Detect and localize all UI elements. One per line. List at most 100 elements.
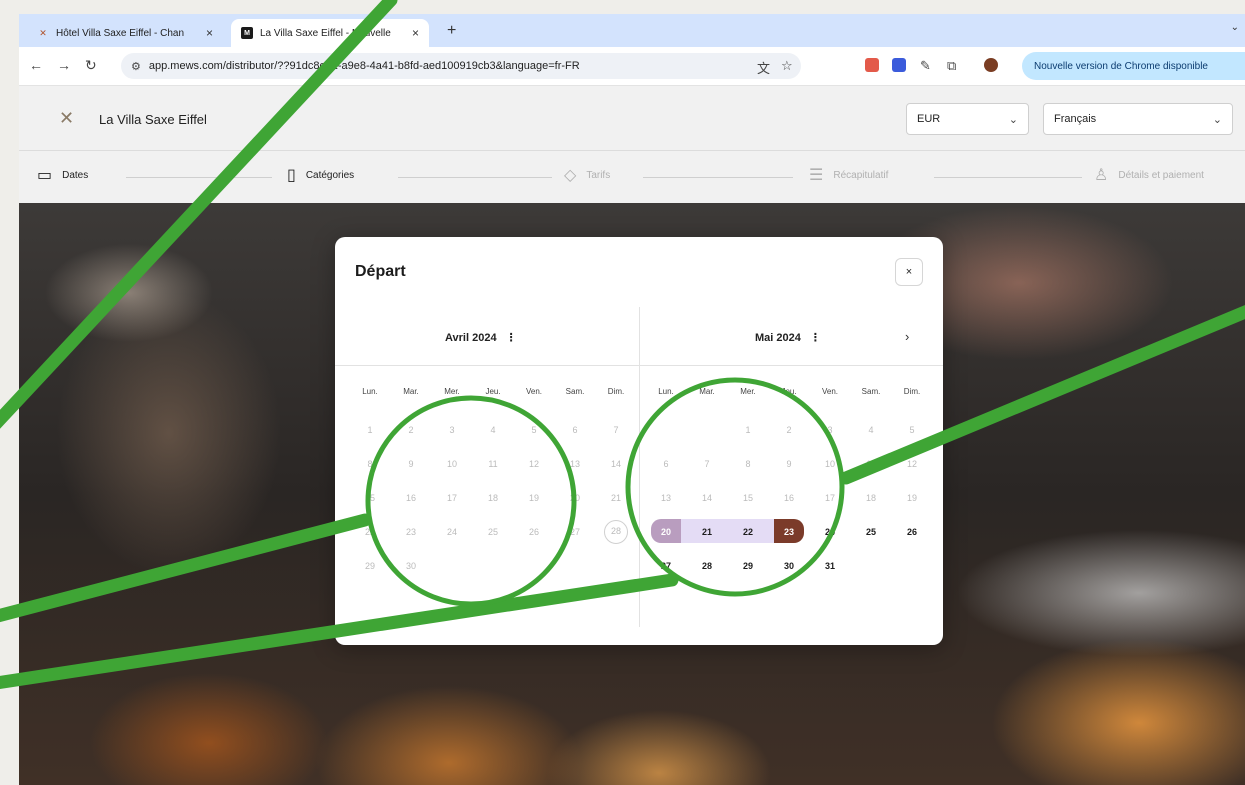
calendar-day[interactable]: 10 <box>817 454 843 474</box>
calendar-day[interactable]: 10 <box>439 454 465 474</box>
extension-icon[interactable] <box>865 58 879 72</box>
calendar-day[interactable]: 6 <box>653 454 679 474</box>
calendar-day[interactable]: 16 <box>776 488 802 508</box>
next-month-button[interactable]: › <box>905 329 909 344</box>
calendar-day[interactable]: 30 <box>398 556 424 576</box>
more-options-icon[interactable]: ⋮ <box>810 332 821 344</box>
step-categories[interactable]: ▯ Catégories <box>287 165 354 185</box>
calendar-day[interactable]: 29 <box>735 556 761 576</box>
calendar-day[interactable]: 25 <box>858 522 884 542</box>
calendar-day[interactable]: 8 <box>735 454 761 474</box>
step-dates[interactable]: ▭ Dates <box>37 165 88 185</box>
chevron-down-icon: ⌄ <box>1008 114 1018 126</box>
address-bar[interactable]: ⚙ app.mews.com/distributor/??91dc8e81-a9… <box>121 53 801 79</box>
calendar-day[interactable]: 4 <box>858 420 884 440</box>
step-label: Détails et paiement <box>1118 169 1204 181</box>
avatar[interactable] <box>984 58 998 72</box>
calendar-day[interactable]: 19 <box>521 488 547 508</box>
calendar-day[interactable]: 30 <box>776 556 802 576</box>
calendar-day[interactable]: 7 <box>603 420 629 440</box>
weekday-label: Sam. <box>861 387 881 396</box>
calendar-day[interactable]: 19 <box>899 488 925 508</box>
calendar-day[interactable]: 2 <box>776 420 802 440</box>
calendar-day[interactable]: 31 <box>817 556 843 576</box>
calendar-day[interactable]: 11 <box>480 454 506 474</box>
calendar-day[interactable]: 7 <box>694 454 720 474</box>
calendar-day[interactable]: 21 <box>694 522 720 542</box>
calendar-day[interactable]: 14 <box>694 488 720 508</box>
calendar-day[interactable]: 15 <box>357 488 383 508</box>
month-label: Mai 2024 <box>755 332 801 344</box>
calendar-day[interactable]: 28 <box>694 556 720 576</box>
calendar-day[interactable]: 14 <box>603 454 629 474</box>
language-value: Français <box>1054 113 1097 125</box>
calendar-day[interactable]: 1 <box>735 420 761 440</box>
calendar-day[interactable]: 1 <box>357 420 383 440</box>
calendar-day[interactable]: 22 <box>735 522 761 542</box>
calendar-day[interactable]: 13 <box>562 454 588 474</box>
calendar-day[interactable]: 27 <box>653 556 679 576</box>
calendar-day[interactable]: 20 <box>653 522 679 542</box>
calendar-day[interactable]: 24 <box>439 522 465 542</box>
translate-icon[interactable]: 文 <box>757 58 770 77</box>
close-icon[interactable]: × <box>206 26 213 40</box>
calendar-day[interactable]: 23 <box>776 522 802 542</box>
pen-icon[interactable]: ✎ <box>920 58 931 74</box>
calendar-day[interactable]: 6 <box>562 420 588 440</box>
calendar-day[interactable]: 3 <box>817 420 843 440</box>
extension-icon[interactable] <box>892 58 906 72</box>
calendar-day[interactable]: 17 <box>817 488 843 508</box>
step-recap: ☰ Récapitulatif <box>809 165 888 185</box>
calendar-day[interactable]: 20 <box>562 488 588 508</box>
calendar-day[interactable]: 25 <box>480 522 506 542</box>
forward-icon[interactable]: → <box>57 57 71 73</box>
calendar-day[interactable]: 29 <box>357 556 383 576</box>
calendar-day[interactable]: 27 <box>562 522 588 542</box>
modal-title: Départ <box>355 263 406 280</box>
calendar-day[interactable]: 26 <box>899 522 925 542</box>
calendar-day[interactable]: 18 <box>480 488 506 508</box>
chrome-update-button[interactable]: Nouvelle version de Chrome disponible <box>1022 52 1245 80</box>
calendar-day[interactable]: 12 <box>899 454 925 474</box>
tab-mews[interactable]: M La Villa Saxe Eiffel - Nouvelle × <box>231 19 429 47</box>
close-button[interactable]: × <box>895 258 923 286</box>
calendar-day[interactable]: 8 <box>357 454 383 474</box>
calendar-day[interactable]: 21 <box>603 488 629 508</box>
calendar-day[interactable]: 16 <box>398 488 424 508</box>
site-settings-icon[interactable]: ⚙ <box>131 60 141 73</box>
calendar-day[interactable]: 13 <box>653 488 679 508</box>
calendar-day[interactable]: 23 <box>398 522 424 542</box>
calendar-day[interactable]: 26 <box>521 522 547 542</box>
calendar-day[interactable]: 2 <box>398 420 424 440</box>
weekday-label: Lun. <box>658 387 674 396</box>
reload-icon[interactable]: ↻ <box>85 57 97 74</box>
door-icon: ▯ <box>287 167 296 184</box>
new-tab-button[interactable]: + <box>447 22 456 40</box>
language-select[interactable]: Français ⌄ <box>1043 103 1233 135</box>
chevron-down-icon[interactable]: ⌄ <box>1231 22 1239 33</box>
calendar-day[interactable]: 3 <box>439 420 465 440</box>
calendar-day[interactable]: 22 <box>357 522 383 542</box>
close-icon[interactable]: × <box>412 26 419 40</box>
calendar-day[interactable]: 9 <box>776 454 802 474</box>
calendar-day[interactable]: 28 <box>604 520 628 544</box>
tab-hotel[interactable]: ✕ Hôtel Villa Saxe Eiffel - Chan × <box>27 19 223 47</box>
star-icon[interactable]: ☆ <box>781 58 793 74</box>
calendar-day[interactable]: 11 <box>858 454 884 474</box>
weekday-label: Jeu. <box>485 387 501 396</box>
booking-stepper: ▭ Dates ▯ Catégories ◇ Tarifs ☰ Récapitu… <box>19 151 1245 203</box>
calendar-day[interactable]: 24 <box>817 522 843 542</box>
back-icon[interactable]: ← <box>29 57 43 73</box>
currency-select[interactable]: EUR ⌄ <box>906 103 1029 135</box>
more-options-icon[interactable]: ⋮ <box>506 332 517 344</box>
calendar-day[interactable]: 17 <box>439 488 465 508</box>
calendar-day[interactable]: 4 <box>480 420 506 440</box>
puzzle-icon[interactable]: ⧉ <box>947 58 956 74</box>
calendar-day[interactable]: 5 <box>899 420 925 440</box>
calendar-day[interactable]: 15 <box>735 488 761 508</box>
calendar-day[interactable]: 5 <box>521 420 547 440</box>
calendar-day[interactable]: 9 <box>398 454 424 474</box>
list-icon: ☰ <box>809 167 824 184</box>
calendar-day[interactable]: 18 <box>858 488 884 508</box>
calendar-day[interactable]: 12 <box>521 454 547 474</box>
